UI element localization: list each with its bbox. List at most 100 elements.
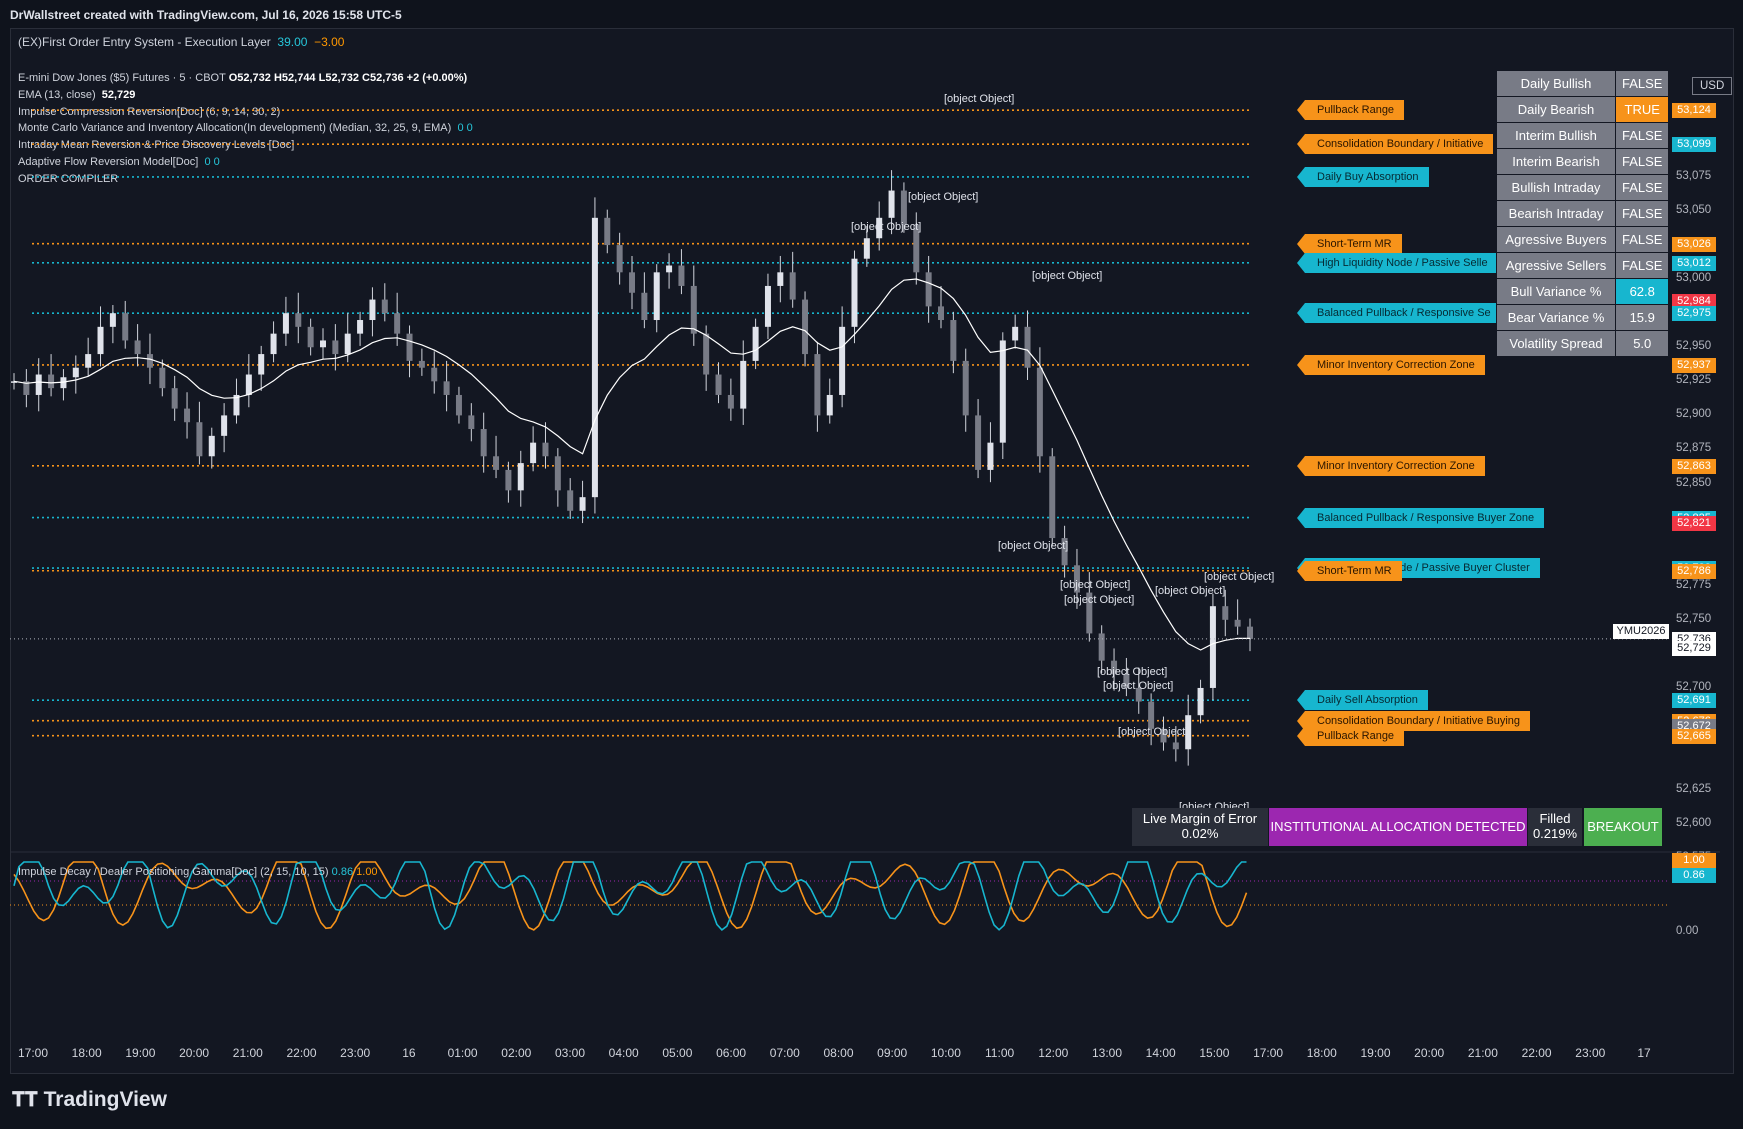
time-axis-label: 23:00: [340, 1046, 371, 1060]
price-axis-label: 53,075: [1676, 169, 1712, 182]
signal-label: Bearish Intraday: [1496, 200, 1616, 227]
trade-annotation: [object Object]: [1118, 726, 1189, 738]
time-axis-label: 07:00: [769, 1046, 800, 1060]
price-axis-label: 52,700: [1676, 680, 1712, 693]
indicator-name: (EX)First Order Entry System - Execution…: [18, 35, 271, 49]
price-tag: 52,821: [1672, 516, 1716, 532]
signal-value: FALSE: [1614, 148, 1670, 175]
breakout-signal: BREAKOUT: [1584, 808, 1662, 846]
legend-row-monte-carlo[interactable]: Monte Carlo Variance and Inventory Alloc…: [18, 120, 473, 137]
legend-symbol-name: E-mini Dow Jones ($5) Futures · 5 · CBOT: [18, 72, 226, 84]
signal-row: Volatility Spread 5.0: [1496, 330, 1670, 357]
osc-tag-1: 1.00: [1672, 853, 1716, 868]
zone-label: Balanced Pullback / Responsive Se: [1297, 303, 1501, 324]
signal-row: Daily Bearish TRUE: [1496, 96, 1670, 123]
trade-annotation: [object Object]: [1103, 680, 1174, 692]
price-axis-label: 52,625: [1676, 783, 1712, 796]
osc-tag-2: 0.86: [1672, 868, 1716, 883]
oscillator-legend: Impulse Decay / Dealer Positioning Gamma…: [18, 866, 378, 878]
currency-selector[interactable]: USD: [1692, 77, 1733, 95]
signal-value: FALSE: [1614, 226, 1670, 253]
signal-row: Bullish Intraday FALSE: [1496, 174, 1670, 201]
osc-axis-zero: 0.00: [1676, 925, 1699, 937]
time-axis-label: 01:00: [447, 1046, 478, 1060]
legend-afr-name: Adaptive Flow Reversion Model[Doc]: [18, 155, 199, 168]
legend-row-afr[interactable]: Adaptive Flow Reversion Model[Doc] 0 0: [18, 154, 473, 171]
signal-row: Bearish Intraday FALSE: [1496, 200, 1670, 227]
oscillator-v2: 1.00: [356, 866, 378, 878]
signal-value: 62.8: [1614, 278, 1670, 305]
price-tag: 52,937: [1672, 357, 1716, 373]
signal-value: 15.9: [1614, 304, 1670, 331]
indicator-title: (EX)First Order Entry System - Execution…: [18, 35, 344, 49]
time-axis-label: 20:00: [1414, 1046, 1445, 1060]
legend-mc-name: Monte Carlo Variance and Inventory Alloc…: [18, 122, 452, 135]
filled-box: Filled 0.219%: [1528, 808, 1582, 846]
price-axis-label: 52,600: [1676, 817, 1712, 830]
legend-ema-value: 52,729: [101, 88, 136, 101]
margin-label: Live Margin of Error: [1142, 811, 1258, 826]
chart-header: DrWallstreet created with TradingView.co…: [10, 8, 402, 22]
signal-row: Agressive Buyers FALSE: [1496, 226, 1670, 253]
tradingview-logo[interactable]: 𝐓𝐓 TradingView: [12, 1088, 167, 1112]
trade-annotation: [object Object]: [851, 221, 922, 233]
time-axis-label: 17: [1637, 1046, 1651, 1060]
legend-row-ema[interactable]: EMA (13, close) 52,729: [18, 87, 473, 104]
signal-value: 5.0: [1614, 330, 1670, 357]
time-axis-label: 22:00: [286, 1046, 317, 1060]
legend-row-icr[interactable]: Impulse Compression Reversion[Doc] (6, 9…: [18, 104, 473, 121]
legend: E-mini Dow Jones ($5) Futures · 5 · CBOT…: [18, 70, 473, 188]
time-axis-label: 17:00: [1253, 1046, 1284, 1060]
zone-label: Pullback Range: [1296, 100, 1405, 121]
time-axis-label: 11:00: [985, 1046, 1015, 1060]
legend-ohlc: O52,732 H52,744 L52,732 C52,736 +2 (+0.0…: [228, 72, 468, 84]
zone-label: Pullback Range: [1296, 725, 1405, 746]
legend-afr-value: 0 0: [204, 155, 220, 168]
filled-value: 0.219%: [1532, 826, 1578, 841]
signal-value: FALSE: [1614, 174, 1670, 201]
trade-annotation: [object Object]: [1060, 579, 1131, 591]
legend-row-symbol[interactable]: E-mini Dow Jones ($5) Futures · 5 · CBOT…: [18, 70, 473, 87]
time-axis-label: 10:00: [930, 1046, 961, 1060]
time-axis-label: 05:00: [662, 1046, 693, 1060]
signal-label: Daily Bullish: [1496, 70, 1616, 97]
time-axis-label: 23:00: [1575, 1046, 1606, 1060]
symbol-tag: YMU2026: [1613, 624, 1669, 639]
time-axis-label: 02:00: [501, 1046, 532, 1060]
time-axis-label: 18:00: [1306, 1046, 1337, 1060]
signal-label: Interim Bullish: [1496, 122, 1616, 149]
time-axis-label: 21:00: [232, 1046, 263, 1060]
zone-label: Consolidation Boundary / Initiative: [1296, 134, 1494, 155]
time-axis-label: 21:00: [1467, 1046, 1498, 1060]
signal-row: Agressive Sellers FALSE: [1496, 252, 1670, 279]
margin-value: 0.02%: [1181, 826, 1219, 841]
signal-label: Interim Bearish: [1496, 148, 1616, 175]
price-axis-label: 52,925: [1676, 374, 1712, 387]
time-axis-label: 03:00: [554, 1046, 586, 1060]
time-axis-label: 18:00: [71, 1046, 102, 1060]
time-axis-label: 19:00: [125, 1046, 156, 1060]
zone-label: Daily Buy Absorption: [1297, 166, 1429, 187]
trade-annotation: [object Object]: [908, 191, 979, 203]
zone-label: Short-Term MR: [1297, 233, 1402, 254]
trade-annotation: [object Object]: [998, 540, 1069, 552]
price-axis-label: 52,775: [1676, 578, 1712, 591]
indicator-value-2: −3.00: [314, 35, 345, 49]
legend-row-order-compiler[interactable]: ORDER COMPILER: [18, 171, 473, 188]
legend-row-imr[interactable]: Intraday Mean Reversion & Price Discover…: [18, 137, 473, 154]
time-axis-label: 22:00: [1521, 1046, 1552, 1060]
tradingview-icon: 𝐓𝐓: [12, 1089, 38, 1111]
signal-value: FALSE: [1614, 200, 1670, 227]
signal-value: FALSE: [1614, 70, 1670, 97]
legend-icr-name: Impulse Compression Reversion[Doc] (6, 9…: [18, 105, 281, 118]
indicator-value-1: 39.00: [277, 35, 308, 49]
signal-label: Agressive Sellers: [1496, 252, 1616, 279]
time-axis-label: 19:00: [1360, 1046, 1391, 1060]
price-axis-label: 52,900: [1676, 408, 1712, 421]
signal-label: Agressive Buyers: [1496, 226, 1616, 253]
time-axis-label: 08:00: [823, 1046, 854, 1060]
legend-oc-name: ORDER COMPILER: [18, 172, 119, 185]
time-axis-label: 16: [402, 1046, 416, 1060]
signal-value: FALSE: [1614, 122, 1670, 149]
time-axis-label: 06:00: [716, 1046, 747, 1060]
